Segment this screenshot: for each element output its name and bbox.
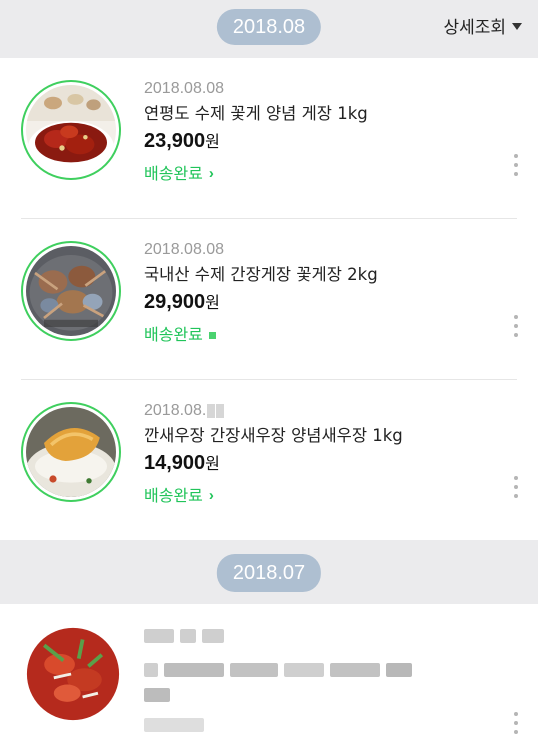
product-price: 23,900원 bbox=[144, 130, 220, 152]
month-header-2018-08: 2018.08 상세조회 bbox=[0, 0, 538, 58]
product-thumbnail[interactable] bbox=[25, 626, 121, 722]
product-name[interactable]: 연평도 수제 꽃게 양념 게장 1kg bbox=[144, 102, 487, 126]
month-pill: 2018.07 bbox=[216, 554, 322, 592]
more-options-icon[interactable] bbox=[511, 315, 521, 345]
redacted-text bbox=[207, 403, 216, 418]
square-icon bbox=[208, 331, 216, 339]
order-date: 2018.08. bbox=[144, 400, 487, 422]
delivery-status-label: 배송완료 bbox=[144, 486, 203, 505]
product-thumbnail[interactable] bbox=[21, 80, 121, 180]
chevron-right-icon: › bbox=[208, 487, 214, 504]
delivery-status-link[interactable]: 배송완료 › bbox=[144, 163, 214, 185]
redacted-product-name[interactable] bbox=[144, 658, 487, 682]
order-date: 2018.08.08 bbox=[144, 80, 225, 97]
redacted-status bbox=[144, 713, 487, 735]
delivery-status-label: 배송완료 bbox=[144, 325, 203, 344]
product-name[interactable]: 깐새우장 간장새우장 양념새우장 1kg bbox=[144, 424, 487, 448]
more-options-icon[interactable] bbox=[511, 154, 521, 184]
caret-down-icon bbox=[512, 23, 522, 30]
product-price: 14,900원 bbox=[144, 452, 220, 474]
redacted-date bbox=[144, 624, 487, 648]
order-date: 2018.08.08 bbox=[144, 241, 225, 258]
order-item[interactable] bbox=[21, 604, 518, 735]
spicy-shrimp-image bbox=[25, 626, 121, 722]
order-item[interactable]: 2018.08.08 국내산 수제 간장게장 꽃게장 2kg 29,900원 배… bbox=[21, 219, 518, 380]
more-options-icon[interactable] bbox=[511, 476, 521, 506]
soy-crab-image bbox=[26, 246, 116, 336]
order-list bbox=[0, 604, 538, 735]
product-price: 29,900원 bbox=[144, 291, 220, 313]
detail-view-label: 상세조회 bbox=[443, 18, 506, 38]
shrimp-rice-image bbox=[26, 407, 116, 497]
delivery-status-link[interactable]: 배송완료 bbox=[144, 324, 216, 346]
month-pill: 2018.08 bbox=[216, 9, 322, 45]
detail-view-dropdown[interactable]: 상세조회 bbox=[443, 13, 522, 38]
order-list: 2018.08.08 연평도 수제 꽃게 양념 게장 1kg 23,900원 배… bbox=[0, 58, 538, 540]
product-name[interactable]: 국내산 수제 간장게장 꽃게장 2kg bbox=[144, 263, 487, 287]
order-item[interactable]: 2018.08. 깐새우장 간장새우장 양념새우장 1kg 14,900원 배송… bbox=[21, 380, 518, 540]
redacted-text bbox=[216, 403, 225, 418]
delivery-status-link[interactable]: 배송완료 › bbox=[144, 485, 214, 507]
more-options-icon[interactable] bbox=[511, 712, 521, 735]
product-thumbnail[interactable] bbox=[21, 241, 121, 341]
redacted-price bbox=[144, 683, 487, 707]
chevron-right-icon: › bbox=[208, 165, 214, 182]
order-item[interactable]: 2018.08.08 연평도 수제 꽃게 양념 게장 1kg 23,900원 배… bbox=[21, 58, 518, 219]
spicy-crab-image bbox=[26, 85, 116, 175]
delivery-status-label: 배송완료 bbox=[144, 164, 203, 183]
product-thumbnail[interactable] bbox=[21, 402, 121, 502]
month-header-2018-07: 2018.07 bbox=[0, 540, 538, 604]
